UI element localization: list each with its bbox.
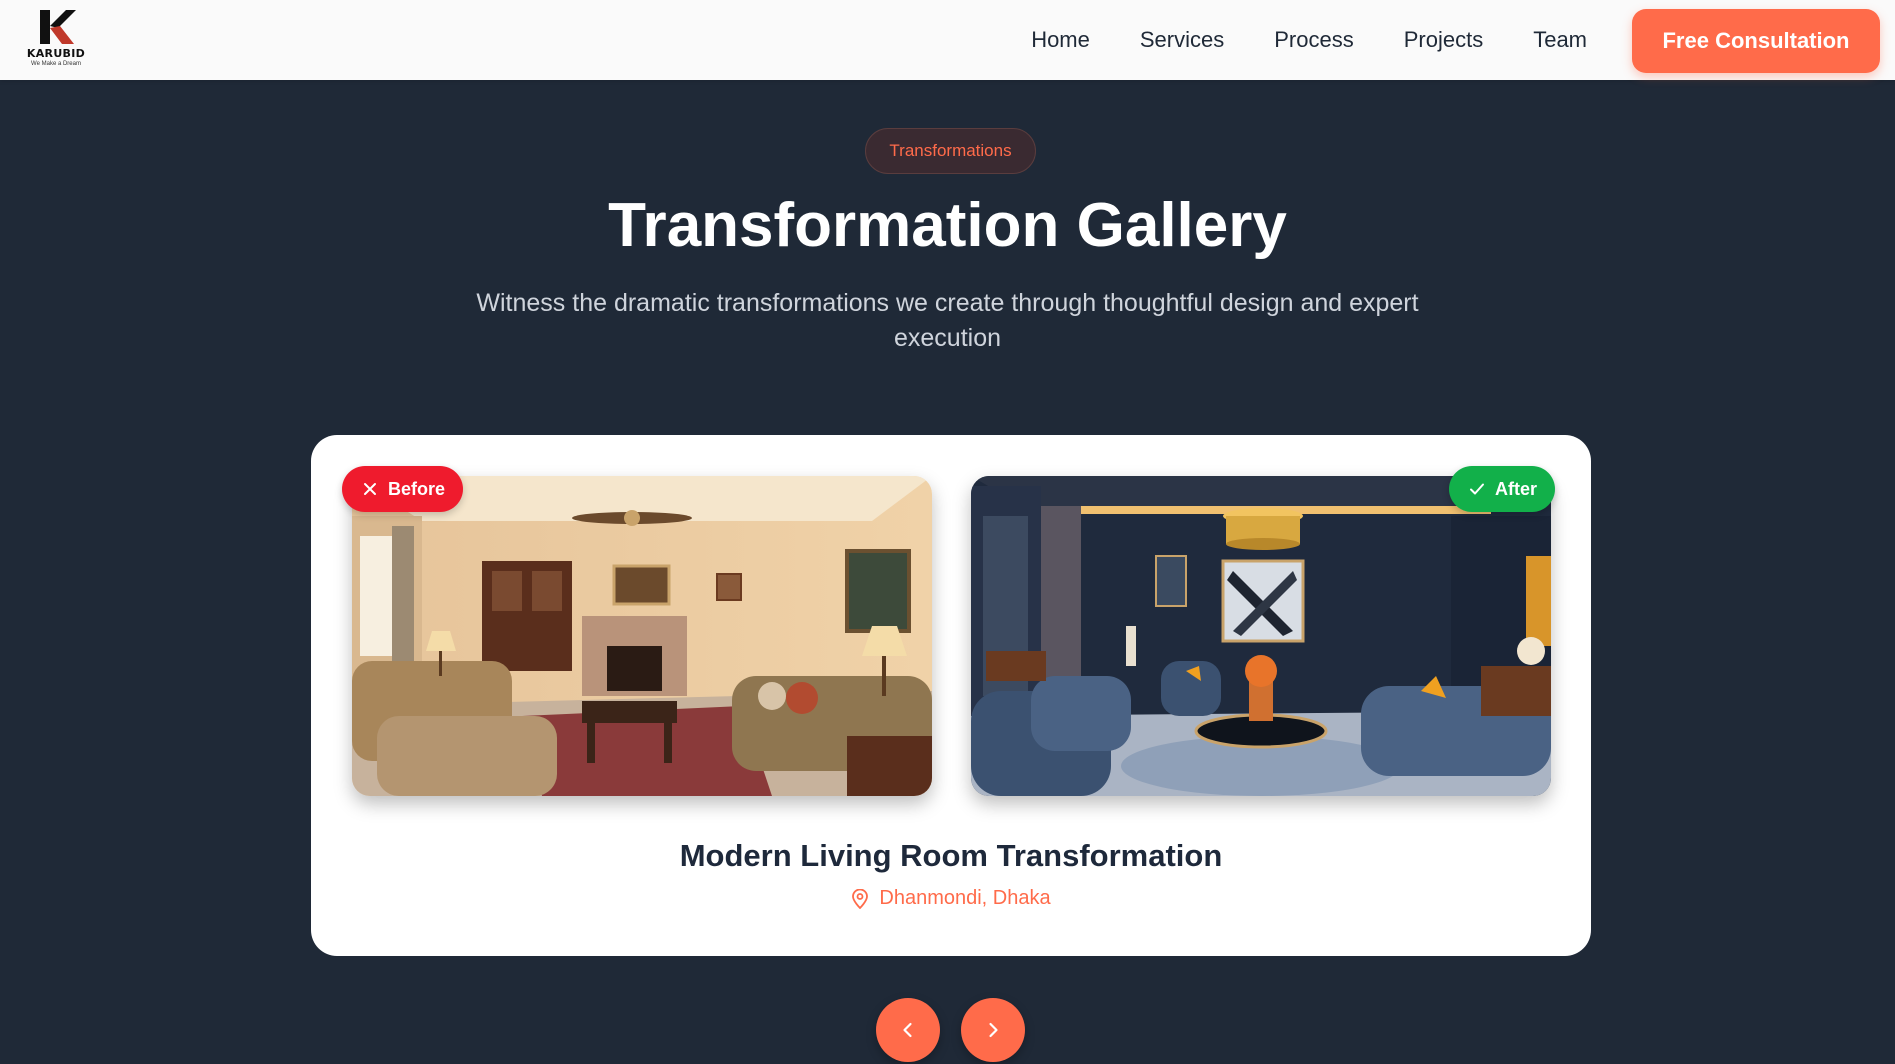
logo-k-icon [40,10,76,44]
brand-logo[interactable]: KARUBID We Make a Dream [20,8,92,72]
before-badge: Before [342,466,464,512]
section-title: Transformation Gallery [608,191,1287,260]
chevron-left-icon [903,1022,912,1038]
project-title: Modern Living Room Transformation [679,838,1223,873]
next-slide-button[interactable] [961,998,1025,1062]
free-consultation-button[interactable]: Free Consultation [1632,9,1880,73]
section-subtitle: Witness the dramatic transformations we … [476,289,1419,352]
close-icon [364,483,376,495]
map-pin-icon [852,888,869,909]
nav-item-team[interactable]: Team [1533,27,1587,53]
before-image [352,476,932,796]
nav-item-services[interactable]: Services [1140,27,1224,53]
site-header: KARUBID We Make a Dream Home Services Pr… [0,0,1895,80]
chevron-right-icon [989,1022,998,1038]
transformation-card: Before After Modern Living Room Transfor… [311,435,1591,956]
after-image [971,476,1551,796]
project-location: Dhanmondi, Dhaka [311,887,1591,910]
prev-slide-button[interactable] [876,998,940,1062]
brand-name: KARUBID [26,47,86,60]
before-label: Before [388,478,446,499]
after-label: After [1495,478,1538,499]
section-tag: Transformations [865,128,1036,174]
nav-item-process[interactable]: Process [1274,27,1353,53]
main-nav: Home Services Process Projects Team [1031,0,1587,80]
nav-item-home[interactable]: Home [1031,27,1090,53]
brand-tagline: We Make a Dream [31,61,81,67]
location-text: Dhanmondi, Dhaka [879,887,1051,909]
nav-item-projects[interactable]: Projects [1404,27,1483,53]
after-badge: After [1449,466,1556,512]
check-icon [1470,483,1484,495]
